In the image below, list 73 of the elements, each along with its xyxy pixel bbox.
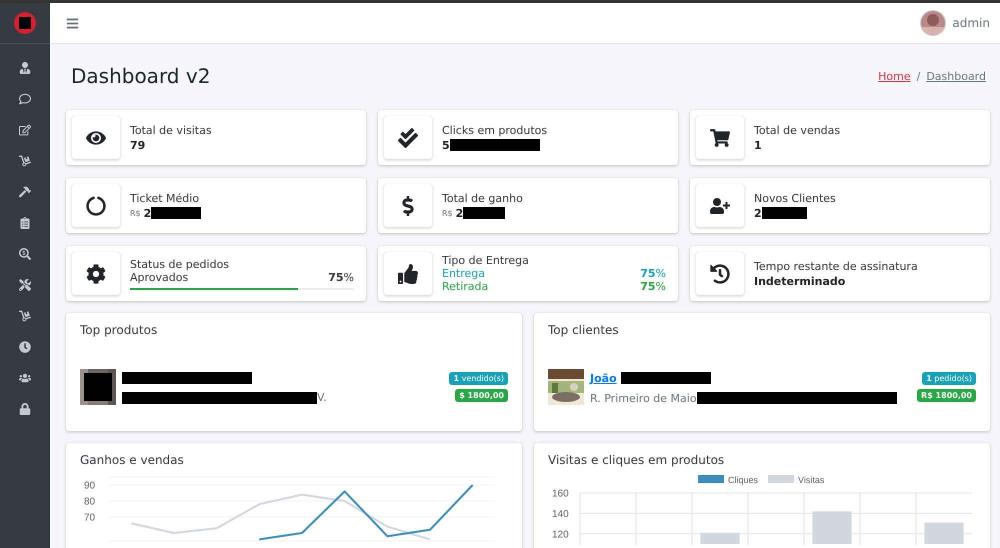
- settings-icon: [86, 264, 106, 284]
- info-label: Tipo de Entrega: [442, 254, 530, 267]
- ring-icon: [86, 196, 106, 216]
- info-label: Clicks em produtos: [442, 124, 548, 136]
- legend-label: Visitas: [798, 475, 824, 485]
- stat-value: 2: [144, 206, 152, 220]
- logo-icon: [13, 11, 37, 35]
- card-title: Ganhos e vendas: [80, 453, 185, 467]
- stat-value: 5: [442, 138, 450, 152]
- card-title: Top clientes: [548, 323, 620, 337]
- menu-icon[interactable]: [66, 16, 79, 30]
- amount-badge: R$ 1800,00: [917, 389, 976, 402]
- address-text: R. Primeiro de Maio: [590, 392, 697, 404]
- axis-tick: 90: [84, 480, 96, 492]
- axis-tick: 70: [84, 512, 96, 524]
- user-icon: [19, 62, 31, 74]
- stat-value: Indeterminado: [754, 274, 846, 288]
- count-badge: 1 vendido(s): [449, 372, 508, 385]
- count-badge: 1 pedido(s): [922, 372, 976, 385]
- info-label: Tempo restante de assinatura: [754, 260, 919, 272]
- breadcrumb-separator: /: [916, 70, 920, 82]
- users-icon: [19, 372, 31, 384]
- name-link[interactable]: João: [590, 372, 617, 384]
- description-text: V.: [317, 391, 327, 404]
- comment-icon: [19, 92, 31, 104]
- clipboard-icon: [19, 216, 31, 228]
- axis-tick: 80: [84, 496, 96, 508]
- percent-reading: 75%: [640, 267, 666, 280]
- stat-value: 79: [130, 138, 146, 152]
- percent-reading: 75%: [640, 280, 666, 293]
- info-label: Status de pedidos: [130, 258, 230, 270]
- edit-icon: [19, 124, 31, 136]
- breadcrumb-link[interactable]: Dashboard: [926, 70, 986, 82]
- axis-tick: 140: [552, 508, 569, 520]
- status-label: Aprovados: [130, 270, 188, 284]
- bar: [700, 532, 740, 544]
- delivery-type: Retirada: [442, 280, 488, 293]
- info-label: Total de visitas: [130, 124, 213, 136]
- card-title: Top produtos: [80, 323, 158, 337]
- bar: [924, 522, 964, 544]
- lock-icon: [19, 402, 31, 414]
- clock-icon: [19, 340, 31, 352]
- axis-tick: 120: [552, 529, 569, 540]
- page-title: Dashboard v2: [71, 64, 210, 88]
- dolly-icon: [19, 310, 31, 322]
- percent-reading: 75%: [328, 270, 354, 284]
- amount-badge: $ 1800,00: [455, 389, 508, 402]
- info-label: Total de ganho: [442, 192, 524, 204]
- user-name[interactable]: admin: [952, 16, 990, 30]
- breadcrumb-link[interactable]: Home: [878, 70, 911, 82]
- info-label: Novos Clientes: [754, 192, 837, 204]
- cart-icon: [710, 128, 730, 148]
- tools-icon: [19, 278, 31, 290]
- user-avatar[interactable]: [920, 10, 946, 36]
- stat-value: 2: [754, 206, 762, 220]
- user-plus-icon: [710, 196, 730, 216]
- dollar-search-icon: [19, 248, 31, 260]
- hammer-icon: [19, 186, 31, 198]
- info-label: Total de vendas: [754, 124, 842, 136]
- thumbs-up-icon: [398, 264, 418, 284]
- dolly-icon: [19, 154, 31, 166]
- currency-label: R$: [442, 208, 453, 218]
- double-check-icon: [398, 128, 418, 148]
- info-label: Ticket Médio: [130, 192, 200, 204]
- bar: [812, 511, 852, 544]
- card-title: Visitas e cliques em produtos: [548, 453, 726, 467]
- currency-label: R$: [130, 208, 141, 218]
- legend-label: Cliques: [728, 475, 758, 485]
- history-icon: [710, 264, 730, 284]
- stat-value: 1: [754, 138, 762, 152]
- stat-value: 2: [456, 206, 464, 220]
- axis-tick: 160: [552, 488, 569, 500]
- delivery-type: Entrega: [442, 267, 486, 280]
